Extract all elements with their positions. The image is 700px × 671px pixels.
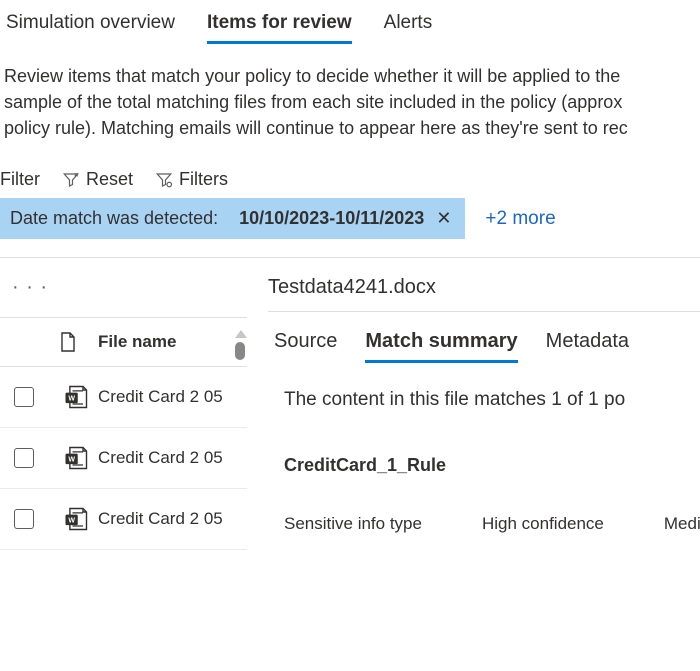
file-list-pane: · · · File name W Credit Card 2 05 W Cre… xyxy=(0,258,248,637)
row-checkbox[interactable] xyxy=(14,509,34,529)
table-row[interactable]: W Credit Card 2 05 xyxy=(0,428,247,489)
details-pane: Testdata4241.docx Source Match summary M… xyxy=(248,258,700,637)
th-high-confidence: High confidence xyxy=(482,514,604,534)
date-filter-chip: Date match was detected: 10/10/2023-10/1… xyxy=(0,198,465,239)
scrollbar[interactable] xyxy=(235,330,245,360)
applied-filters-row: Date match was detected: 10/10/2023-10/1… xyxy=(0,198,700,257)
table-row[interactable]: W Credit Card 2 05 xyxy=(0,367,247,428)
chip-label: Date match was detected: xyxy=(10,208,218,229)
row-filename: Credit Card 2 05 xyxy=(98,387,223,407)
tab-alerts[interactable]: Alerts xyxy=(384,8,433,44)
svg-text:W: W xyxy=(68,518,75,525)
subtab-match-summary[interactable]: Match summary xyxy=(365,330,517,363)
row-filename: Credit Card 2 05 xyxy=(98,448,223,468)
more-actions-icon[interactable]: · · · xyxy=(12,276,48,299)
tab-items-for-review[interactable]: Items for review xyxy=(207,8,352,44)
chip-value: 10/10/2023-10/11/2023 xyxy=(239,208,424,229)
column-header-filename[interactable]: File name xyxy=(98,332,176,352)
more-filters-link[interactable]: +2 more xyxy=(485,208,555,230)
list-actions: · · · xyxy=(0,258,247,318)
scroll-up-icon[interactable] xyxy=(235,330,247,338)
filter-label: Filter xyxy=(0,169,40,190)
filter-toolbar: Filter Reset Filters xyxy=(0,141,700,198)
match-summary-text: The content in this file matches 1 of 1 … xyxy=(268,363,700,411)
content-split: · · · File name W Credit Card 2 05 W Cre… xyxy=(0,257,700,637)
filter-button[interactable]: Filter xyxy=(0,169,40,190)
subtab-source[interactable]: Source xyxy=(274,330,337,363)
desc-line: policy rule). Matching emails will conti… xyxy=(4,115,696,141)
th-sensitive-info-type: Sensitive info type xyxy=(284,514,422,534)
svg-text:W: W xyxy=(68,457,75,464)
desc-line: sample of the total matching files from … xyxy=(4,89,696,115)
funnel-gear-icon xyxy=(155,171,173,189)
word-file-icon: W xyxy=(62,444,90,472)
column-header-row: File name xyxy=(0,318,247,367)
page-description: Review items that match your policy to d… xyxy=(0,45,700,141)
word-file-icon: W xyxy=(62,505,90,533)
word-file-icon: W xyxy=(62,383,90,411)
subtab-metadata[interactable]: Metadata xyxy=(546,330,629,363)
details-file-title: Testdata4241.docx xyxy=(268,276,700,311)
funnel-x-icon xyxy=(62,171,80,189)
table-row[interactable]: W Credit Card 2 05 xyxy=(0,489,247,550)
main-tabs: Simulation overview Items for review Ale… xyxy=(0,0,700,45)
sensitive-info-header: Sensitive info type High confidence Medi… xyxy=(268,476,700,534)
reset-button[interactable]: Reset xyxy=(62,169,133,190)
row-checkbox[interactable] xyxy=(14,387,34,407)
row-filename: Credit Card 2 05 xyxy=(98,509,223,529)
th-medium: Mediur xyxy=(664,514,700,534)
tab-simulation-overview[interactable]: Simulation overview xyxy=(6,8,175,44)
details-tabs: Source Match summary Metadata xyxy=(268,312,700,363)
scroll-thumb[interactable] xyxy=(235,342,245,360)
svg-text:W: W xyxy=(68,396,75,403)
filters-button[interactable]: Filters xyxy=(155,169,228,190)
reset-label: Reset xyxy=(86,169,133,190)
file-type-column-icon xyxy=(60,332,76,352)
chip-remove-icon[interactable]: ✕ xyxy=(432,208,455,229)
row-checkbox[interactable] xyxy=(14,448,34,468)
rule-name: CreditCard_1_Rule xyxy=(268,411,700,476)
filters-label: Filters xyxy=(179,169,228,190)
desc-line: Review items that match your policy to d… xyxy=(4,63,696,89)
